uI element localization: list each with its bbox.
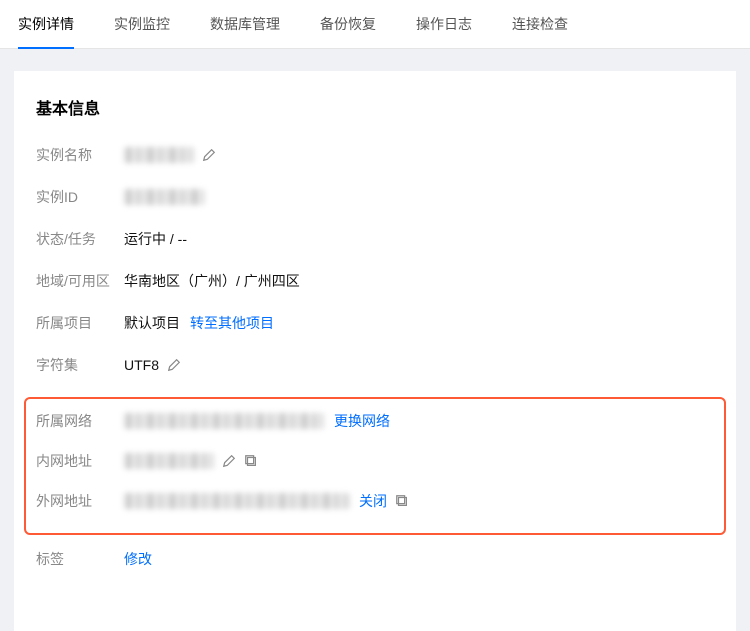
pencil-icon[interactable] <box>222 454 236 468</box>
instance-name-redacted <box>124 147 194 163</box>
network-highlight-box: 所属网络 更换网络 内网地址 外 <box>24 397 726 535</box>
row-network: 所属网络 更换网络 <box>36 411 714 431</box>
label-instance-id: 实例ID <box>36 187 124 207</box>
label-instance-name: 实例名称 <box>36 145 124 165</box>
tab-instance-monitor[interactable]: 实例监控 <box>114 0 170 48</box>
label-status: 状态/任务 <box>36 229 124 249</box>
tab-backup-recovery[interactable]: 备份恢复 <box>320 0 376 48</box>
label-tag: 标签 <box>36 549 124 569</box>
intranet-redacted <box>124 453 214 469</box>
row-region: 地域/可用区 华南地区（广州）/ 广州四区 <box>36 271 714 291</box>
label-extranet: 外网地址 <box>36 491 124 511</box>
modify-tag-link[interactable]: 修改 <box>124 549 152 569</box>
basic-info-card: 基本信息 实例名称 实例ID 状态/任务 运行中 / -- 地域/可用区 华南地… <box>14 71 736 631</box>
tab-connection-check[interactable]: 连接检查 <box>512 0 568 48</box>
row-extranet: 外网地址 关闭 <box>36 491 714 511</box>
instance-id-redacted <box>124 189 204 205</box>
switch-network-link[interactable]: 更换网络 <box>334 411 390 431</box>
switch-project-link[interactable]: 转至其他项目 <box>190 313 274 333</box>
extranet-redacted <box>124 493 349 509</box>
close-extranet-link[interactable]: 关闭 <box>359 491 387 511</box>
value-charset: UTF8 <box>124 357 181 373</box>
label-intranet: 内网地址 <box>36 451 124 471</box>
value-instance-name <box>124 147 216 163</box>
row-charset: 字符集 UTF8 <box>36 355 714 375</box>
section-title: 基本信息 <box>36 95 714 119</box>
value-status: 运行中 / -- <box>124 229 187 249</box>
row-project: 所属项目 默认项目 转至其他项目 <box>36 313 714 333</box>
pencil-icon[interactable] <box>167 358 181 372</box>
copy-icon[interactable] <box>244 454 258 468</box>
value-intranet <box>124 453 258 469</box>
row-instance-id: 实例ID <box>36 187 714 207</box>
row-instance-name: 实例名称 <box>36 145 714 165</box>
value-extranet: 关闭 <box>124 491 409 511</box>
row-status: 状态/任务 运行中 / -- <box>36 229 714 249</box>
row-intranet: 内网地址 <box>36 451 714 471</box>
charset-value: UTF8 <box>124 357 159 373</box>
label-charset: 字符集 <box>36 355 124 375</box>
value-tag: 修改 <box>124 549 152 569</box>
value-instance-id <box>124 189 204 205</box>
tab-database-manage[interactable]: 数据库管理 <box>210 0 280 48</box>
tab-operation-log[interactable]: 操作日志 <box>416 0 472 48</box>
label-region: 地域/可用区 <box>36 271 124 291</box>
label-network: 所属网络 <box>36 411 124 431</box>
value-network: 更换网络 <box>124 411 390 431</box>
tab-instance-detail[interactable]: 实例详情 <box>18 0 74 48</box>
content-area: 基本信息 实例名称 实例ID 状态/任务 运行中 / -- 地域/可用区 华南地… <box>0 49 750 631</box>
network-redacted <box>124 413 324 429</box>
project-name: 默认项目 <box>124 313 180 333</box>
value-project: 默认项目 转至其他项目 <box>124 313 274 333</box>
value-region: 华南地区（广州）/ 广州四区 <box>124 271 300 291</box>
label-project: 所属项目 <box>36 313 124 333</box>
row-tag: 标签 修改 <box>36 549 714 569</box>
pencil-icon[interactable] <box>202 148 216 162</box>
tabs-bar: 实例详情 实例监控 数据库管理 备份恢复 操作日志 连接检查 <box>0 0 750 49</box>
copy-icon[interactable] <box>395 494 409 508</box>
